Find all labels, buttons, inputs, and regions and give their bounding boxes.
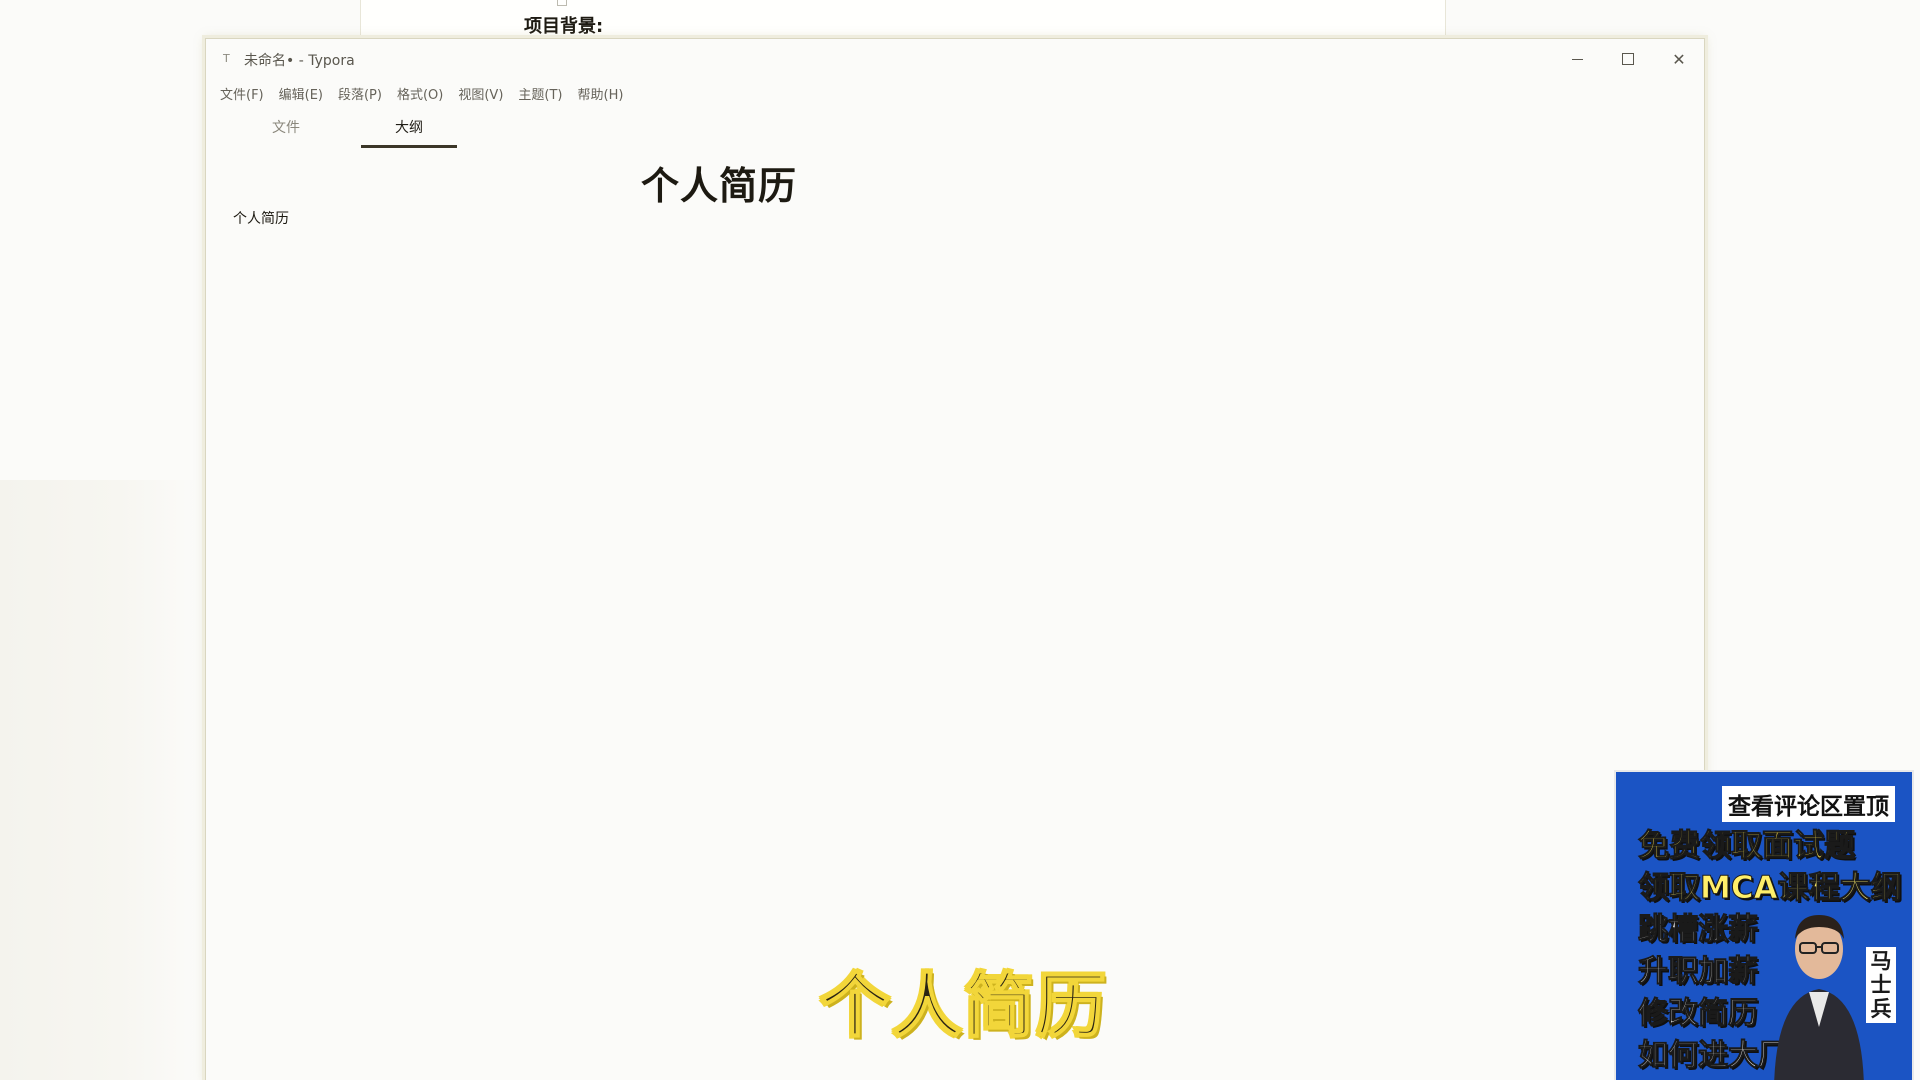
menu-bar: 文件(F) 编辑(E) 段落(P) 格式(O) 视图(V) 主题(T) 帮助(H… (214, 80, 632, 104)
maximize-button[interactable] (1603, 39, 1653, 79)
minimize-icon (1571, 58, 1583, 60)
promo-line: 修改简历 (1638, 996, 1759, 1032)
title-bar[interactable]: T 未命名• - Typora ✕ (206, 39, 1704, 79)
typora-icon: T (223, 52, 230, 65)
promo-panel[interactable]: 查看评论区置顶 免费领取面试题 领取MCA课程大纲 跳槽涨薪 升职加薪 修改简历… (1614, 770, 1914, 1080)
close-button[interactable]: ✕ (1654, 39, 1704, 79)
editor-heading-1[interactable]: 个人简历 (641, 155, 797, 210)
presenter-photo (1774, 915, 1864, 1080)
brand-logo: 马士兵 (1866, 947, 1896, 1023)
window-title: 未命名• - Typora (244, 53, 355, 69)
text-cursor-icon (557, 0, 567, 6)
screen: 项目背景: T 未命名• - Typora ✕ 文件(F) 编辑(E) 段落(P… (0, 0, 1920, 1080)
menu-theme[interactable]: 主题(T) (512, 80, 568, 104)
menu-file[interactable]: 文件(F) (214, 80, 270, 104)
sidebar-tabs: 文件 大纲 (206, 111, 496, 151)
minimize-button[interactable] (1552, 39, 1602, 79)
maximize-icon (1622, 53, 1634, 65)
tab-files[interactable]: 文件 (238, 117, 334, 147)
background-document-heading: 项目背景: (524, 16, 604, 37)
sidebar: 文件 大纲 个人简历 (206, 111, 496, 1080)
promo-line: 免费领取面试题 (1638, 828, 1856, 865)
outline-item[interactable]: 个人简历 (233, 208, 289, 228)
promo-line: 升职加薪 (1638, 954, 1759, 990)
tab-outline[interactable]: 大纲 (361, 117, 457, 147)
typora-window[interactable]: T 未命名• - Typora ✕ 文件(F) 编辑(E) 段落(P) 格式(O… (205, 38, 1705, 1080)
menu-edit[interactable]: 编辑(E) (273, 80, 329, 104)
active-tab-indicator (361, 145, 457, 148)
menu-view[interactable]: 视图(V) (452, 80, 509, 104)
close-icon: ✕ (1672, 49, 1686, 69)
video-subtitle: 个人简历 (819, 964, 1108, 1048)
promo-line: 跳槽涨薪 (1638, 912, 1759, 948)
menu-help[interactable]: 帮助(H) (572, 80, 630, 104)
menu-format[interactable]: 格式(O) (391, 80, 449, 104)
promo-banner: 查看评论区置顶 (1722, 786, 1895, 822)
desktop-background (0, 480, 200, 1080)
menu-paragraph[interactable]: 段落(P) (332, 80, 388, 104)
